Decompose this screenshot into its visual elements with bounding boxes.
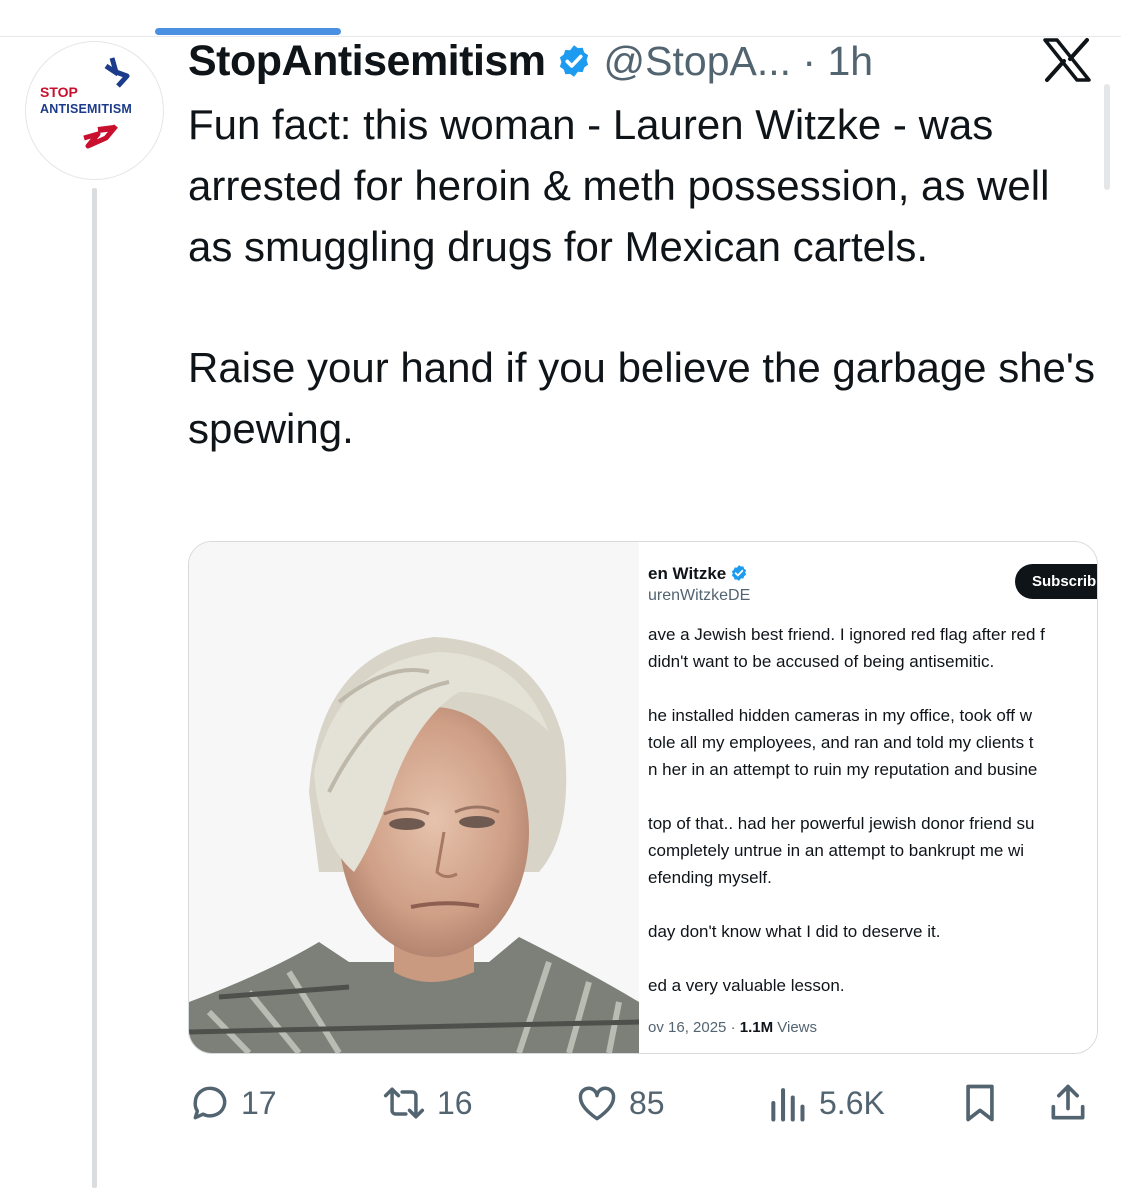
display-name[interactable]: StopAntisemitism (188, 37, 546, 86)
embedded-text-line: n her in an attempt to ruin my reputatio… (648, 760, 1038, 779)
handle-and-time[interactable]: @StopA... · 1h (604, 38, 874, 85)
embedded-text-line: ave a Jewish best friend. I ignored red … (648, 625, 1045, 644)
embedded-subscribe-button: Subscrib (1015, 564, 1097, 599)
like-count: 85 (629, 1084, 665, 1121)
reply-button[interactable]: 17 (188, 1078, 277, 1128)
reply-count: 17 (241, 1084, 277, 1121)
share-button[interactable] (1046, 1078, 1090, 1128)
embedded-post-screenshot: en Witzke urenWitzkeDE Subscrib ave a Je… (640, 542, 1097, 1053)
repost-icon (383, 1087, 425, 1119)
embedded-display-name: en Witzke (648, 564, 727, 583)
thread-line (92, 188, 97, 1188)
logo-text-stop: STOP (40, 84, 78, 100)
repost-button[interactable]: 16 (380, 1078, 473, 1128)
tweet-paragraph: Fun fact: this woman - Lauren Witzke - w… (188, 101, 1050, 270)
mugshot-photo[interactable] (189, 542, 640, 1053)
heart-icon (578, 1086, 616, 1121)
analytics-icon (771, 1088, 805, 1122)
tweet-header: StopAntisemitism @StopA... · 1h (188, 36, 873, 86)
like-button[interactable]: 85 (574, 1078, 665, 1128)
embedded-text-line: completely untrue in an attempt to bankr… (648, 841, 1025, 860)
logo-text-antisemitism: ANTISEMITISM (40, 102, 132, 116)
embedded-views-label: Views (773, 1019, 818, 1036)
embedded-text-line: he installed hidden cameras in my office… (648, 706, 1032, 725)
tweet-text: Fun fact: this woman - Lauren Witzke - w… (188, 95, 1098, 460)
x-logo-icon[interactable] (1043, 38, 1091, 82)
embedded-text-line: top of that.. had her powerful jewish do… (648, 814, 1035, 833)
embedded-text-line: ed a very valuable lesson. (648, 976, 845, 995)
tweet-paragraph: Raise your hand if you believe the garba… (188, 344, 1095, 453)
views-count: 5.6K (819, 1084, 885, 1121)
embedded-handle: urenWitzkeDE (648, 587, 751, 604)
avatar[interactable]: STOP ANTISEMITISM (25, 41, 164, 180)
media-attachment[interactable]: en Witzke urenWitzkeDE Subscrib ave a Je… (188, 541, 1098, 1054)
embedded-text-line: didn't want to be accused of being antis… (648, 652, 995, 671)
repost-count: 16 (437, 1084, 473, 1121)
reply-icon (193, 1086, 227, 1120)
verified-badge-icon (559, 45, 588, 77)
embedded-meta: ov 16, 2025 · 1.1M Views (648, 1019, 817, 1036)
embedded-date: ov 16, 2025 · (648, 1019, 740, 1036)
views-button[interactable]: 5.6K (766, 1078, 885, 1128)
embedded-text-line: efending myself. (648, 868, 772, 887)
embedded-verified-badge-icon (731, 565, 747, 581)
bookmark-button[interactable] (958, 1078, 1002, 1128)
embedded-text-line: day don't know what I did to deserve it. (648, 922, 941, 941)
embedded-views-count: 1.1M (739, 1019, 774, 1036)
action-bar: 17 16 85 5.6K (188, 1078, 1098, 1128)
active-tab-indicator (155, 28, 341, 35)
bookmark-icon (966, 1084, 994, 1122)
embedded-text-line: tole all my employees, and ran and told … (648, 733, 1034, 752)
share-icon (1051, 1084, 1085, 1120)
scrollbar[interactable] (1104, 84, 1110, 190)
